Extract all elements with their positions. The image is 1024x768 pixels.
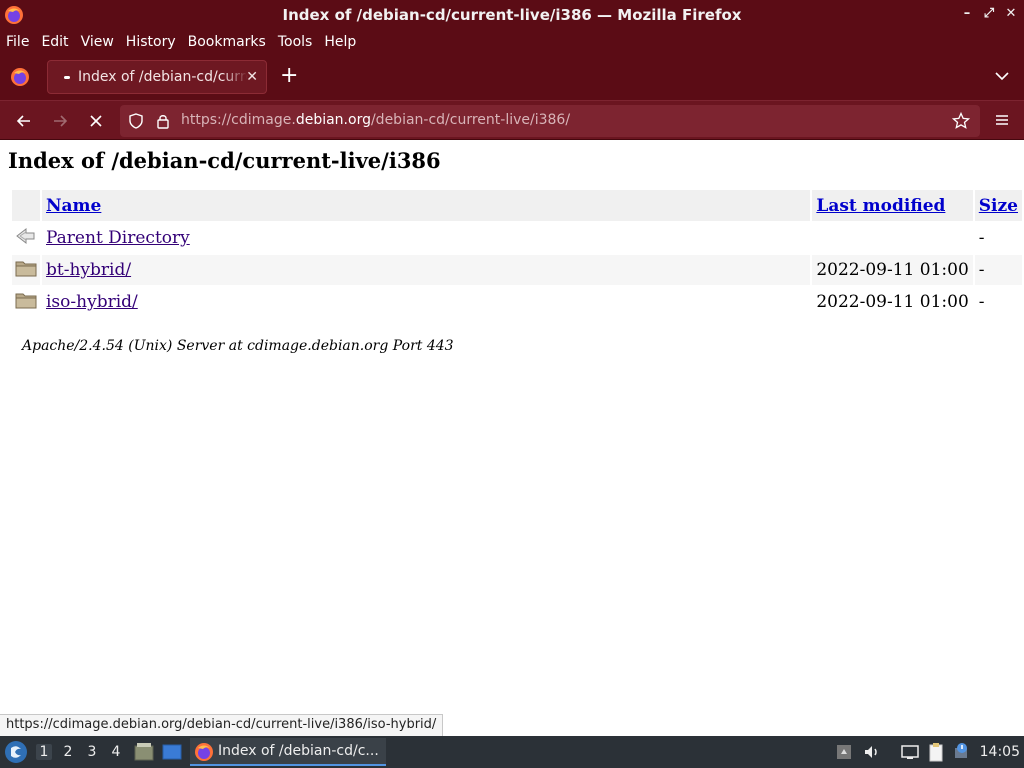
back-button[interactable] — [13, 110, 35, 132]
window-titlebar[interactable]: Index of /debian-cd/current-live/i386 — … — [0, 0, 1024, 30]
table-header-row: Name Last modified Size — [12, 190, 1022, 221]
tab-close-icon[interactable]: ✕ — [246, 69, 258, 85]
window-title: Index of /debian-cd/current-live/i386 — … — [282, 6, 742, 24]
sort-by-modified-link[interactable]: Last modified — [816, 196, 945, 216]
file-manager-icon[interactable] — [133, 741, 155, 763]
desktop-taskbar: 1 2 3 4 Index of /debian-cd/c... 14:05 — [0, 736, 1024, 768]
server-signature: Apache/2.4.54 (Unix) Server at cdimage.d… — [22, 338, 454, 354]
row-size: - — [978, 228, 985, 248]
menu-file[interactable]: File — [0, 34, 35, 50]
workspace-1[interactable]: 1 — [36, 744, 52, 760]
chevron-down-icon[interactable] — [994, 68, 1010, 84]
clock[interactable]: 14:05 — [980, 744, 1020, 760]
notification-icon[interactable] — [952, 742, 972, 762]
firefox-view-icon[interactable] — [10, 67, 30, 87]
address-bar[interactable]: https://cdimage.debian.org/debian-cd/cur… — [120, 105, 980, 137]
navigation-toolbar: https://cdimage.debian.org/debian-cd/cur… — [0, 100, 1024, 140]
tab-active[interactable]: Index of /debian-cd/current-live/i386 ✕ — [47, 60, 267, 94]
workspace-2[interactable]: 2 — [60, 744, 76, 760]
task-label: Index of /debian-cd/c... — [218, 743, 379, 759]
header-size-cell: Size — [974, 190, 1022, 221]
page-content: Index of /debian-cd/current-live/i386 Na… — [0, 141, 1024, 736]
menu-help[interactable]: Help — [318, 34, 362, 50]
url-text[interactable]: https://cdimage.debian.org/debian-cd/cur… — [181, 112, 570, 128]
back-icon — [16, 227, 35, 244]
menu-edit[interactable]: Edit — [35, 34, 74, 50]
arrow-right-icon — [54, 115, 68, 127]
new-tab-button[interactable]: + — [280, 64, 298, 88]
row-modified: 2022-09-11 01:00 — [812, 255, 973, 285]
firefox-logo-icon — [195, 743, 213, 761]
sort-by-name-link[interactable]: Name — [46, 196, 101, 216]
row-modified: 2022-09-11 01:00 — [816, 292, 969, 312]
menu-history[interactable]: History — [120, 34, 182, 50]
table-row: iso-hybrid/ 2022-09-11 01:00 - — [12, 287, 1022, 317]
parent-directory-link[interactable]: Parent Directory — [46, 228, 190, 248]
volume-icon[interactable] — [862, 742, 882, 762]
forward-button[interactable] — [49, 110, 71, 132]
tracking-protection-shield-icon[interactable] — [128, 113, 144, 129]
menu-tools[interactable]: Tools — [272, 34, 319, 50]
folder-icon — [15, 293, 37, 308]
bookmark-star-icon[interactable] — [952, 112, 970, 130]
table-row: bt-hybrid/ 2022-09-11 01:00 - — [12, 255, 1022, 285]
workspace-3[interactable]: 3 — [84, 744, 100, 760]
sort-by-size-link[interactable]: Size — [979, 196, 1018, 216]
tab-label: Index of /debian-cd/current-live/i386 — [78, 69, 248, 85]
lock-icon[interactable] — [155, 113, 171, 129]
menu-bookmarks[interactable]: Bookmarks — [182, 34, 272, 50]
network-icon[interactable] — [900, 742, 920, 762]
row-size: - — [974, 255, 1022, 285]
keyboard-layout-icon[interactable] — [834, 742, 854, 762]
clipboard-icon[interactable] — [926, 742, 946, 762]
show-desktop-icon[interactable] — [161, 741, 183, 763]
maximize-button[interactable]: ⤢ — [982, 6, 996, 21]
header-name-cell: Name — [42, 190, 811, 221]
minimize-button[interactable]: – — [960, 6, 974, 21]
header-icon-cell — [12, 190, 40, 221]
stop-loading-button[interactable] — [85, 110, 107, 132]
row-modified — [812, 223, 972, 253]
table-row: Parent Directory - — [12, 223, 1022, 253]
bt-hybrid-link[interactable]: bt-hybrid/ — [46, 260, 131, 280]
close-icon — [90, 115, 102, 127]
loading-indicator-icon — [64, 75, 70, 79]
link-status-bar: https://cdimage.debian.org/debian-cd/cur… — [0, 714, 444, 736]
taskbar-firefox-window[interactable]: Index of /debian-cd/c... — [190, 738, 386, 766]
iso-hybrid-link[interactable]: iso-hybrid/ — [46, 292, 138, 312]
folder-icon — [15, 261, 37, 276]
hamburger-menu-icon[interactable] — [994, 112, 1010, 128]
page-title: Index of /debian-cd/current-live/i386 — [8, 148, 441, 173]
start-menu-icon[interactable] — [4, 740, 28, 764]
close-window-button[interactable]: ✕ — [1004, 6, 1018, 21]
arrow-left-icon — [16, 115, 30, 127]
workspace-4[interactable]: 4 — [108, 744, 124, 760]
directory-listing-table: Name Last modified Size Parent Directory… — [10, 188, 1024, 319]
tab-strip: Index of /debian-cd/current-live/i386 ✕ … — [0, 54, 1024, 100]
firefox-logo-icon — [5, 6, 23, 24]
header-modified-cell: Last modified — [812, 190, 973, 221]
menu-bar: File Edit View History Bookmarks Tools H… — [0, 30, 1024, 54]
row-size: - — [978, 292, 985, 312]
menu-view[interactable]: View — [75, 34, 120, 50]
